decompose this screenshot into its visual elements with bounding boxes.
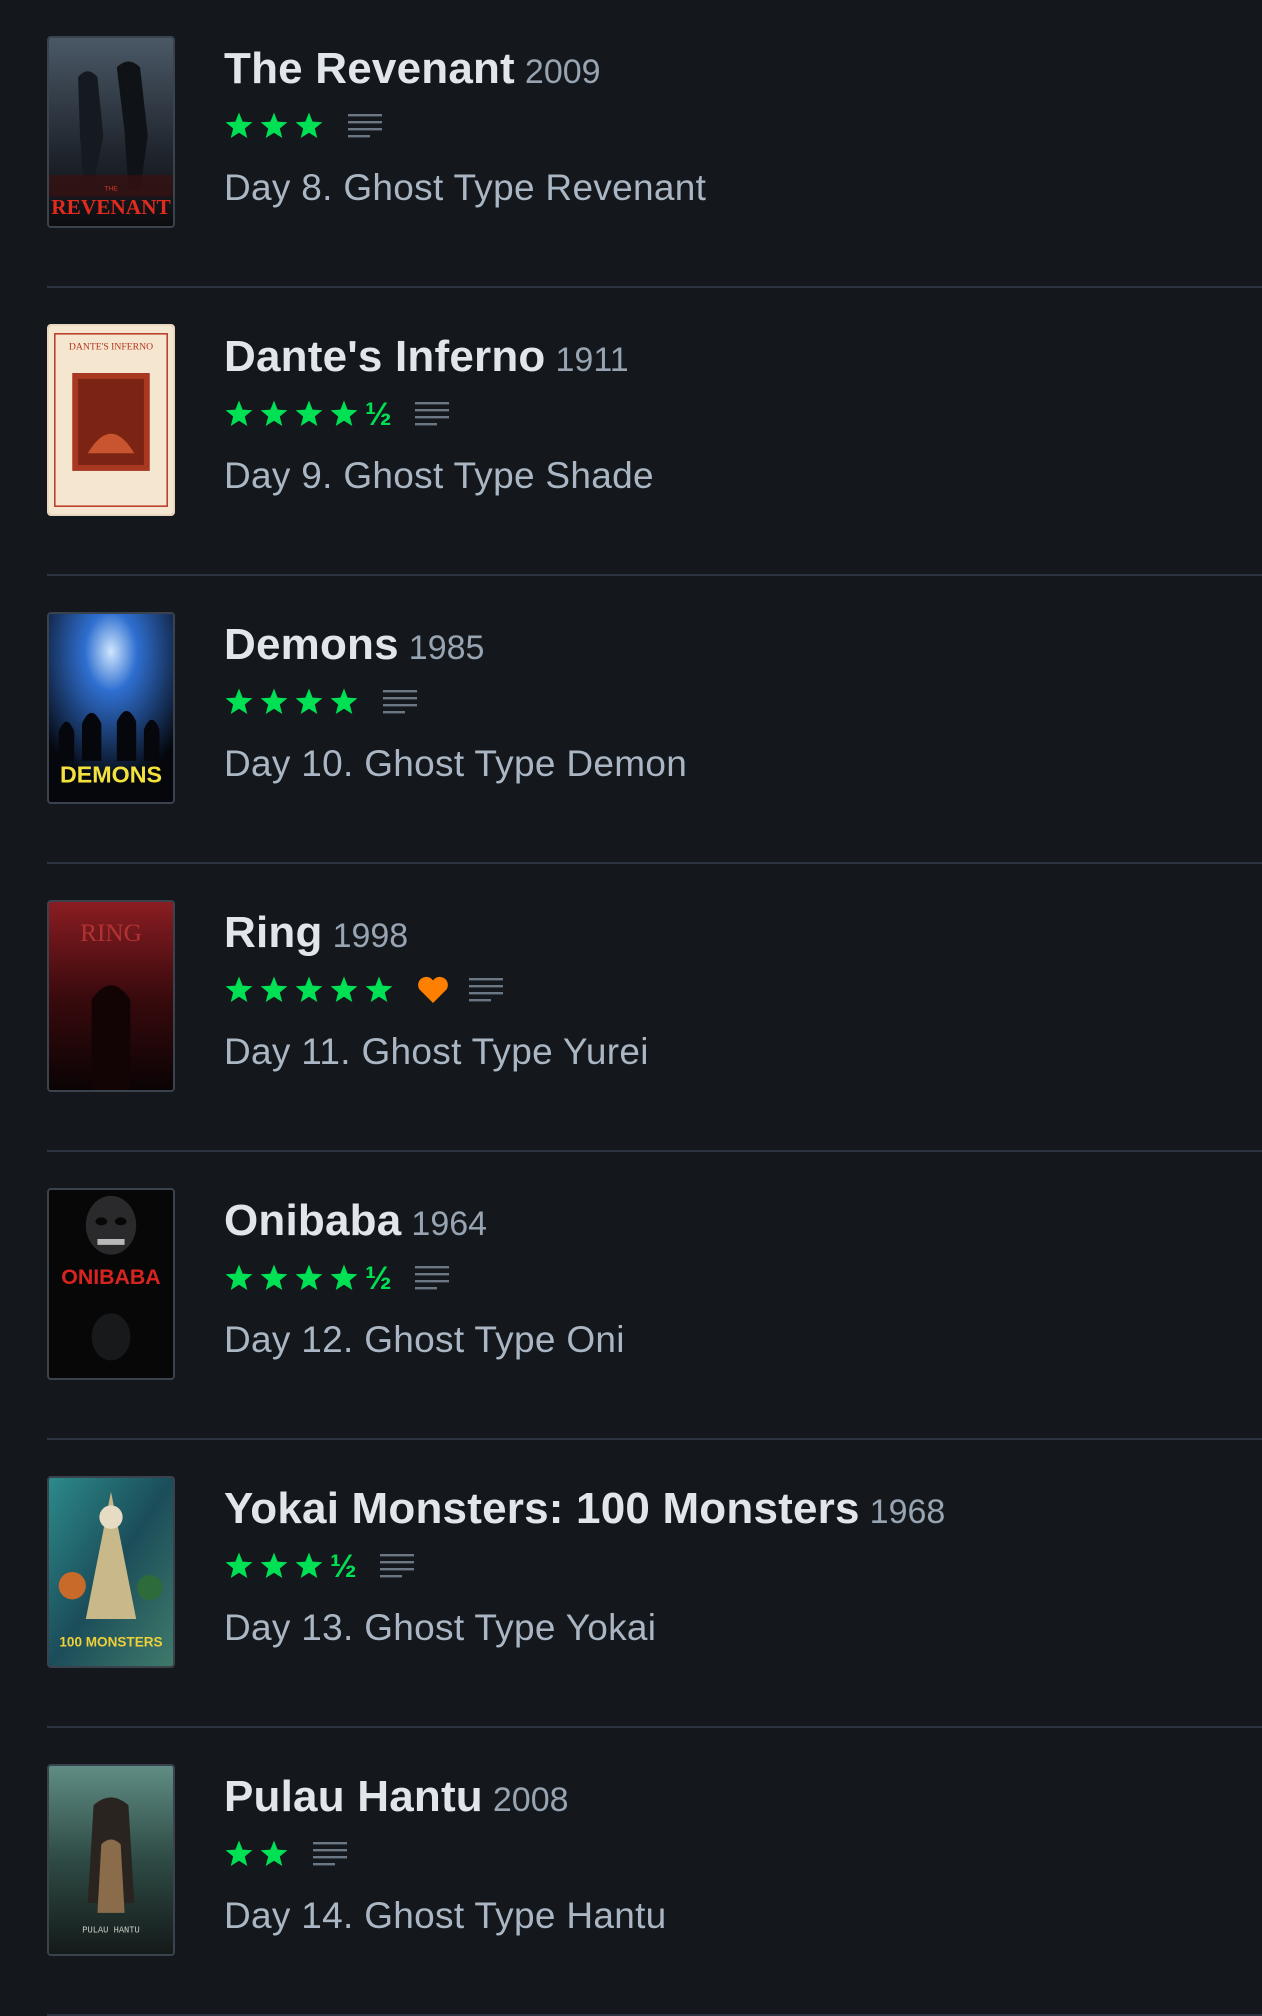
star-icon <box>225 688 253 714</box>
film-title[interactable]: Onibaba <box>224 1196 401 1245</box>
star-icon <box>330 1264 358 1290</box>
rating-row: ½ <box>224 1546 414 1586</box>
heart-icon[interactable] <box>416 975 450 1005</box>
review-lines-icon[interactable] <box>469 975 503 1005</box>
film-year[interactable]: 1985 <box>409 629 485 667</box>
list-item[interactable]: THE REVENANT The Revenant 2009 Day 8. Gho… <box>0 0 1262 288</box>
poster-title-text: REVENANT <box>51 195 170 219</box>
star-icon <box>295 1552 323 1578</box>
star-icon <box>330 976 358 1002</box>
review-note: Day 9. Ghost Type Shade <box>224 455 654 496</box>
star-icon <box>295 688 323 714</box>
review-lines-icon[interactable] <box>379 1551 414 1581</box>
rating-row <box>224 970 503 1010</box>
film-title[interactable]: The Revenant <box>224 44 515 93</box>
poster-yokai-monsters[interactable]: 100 MONSTERS <box>47 1476 175 1668</box>
list-item[interactable]: PULAU HANTU Pulau Hantu 2008 Day 14. Ghos… <box>0 1728 1262 2016</box>
star-rating <box>224 1839 294 1869</box>
poster-title-text: DEMONS <box>60 761 162 787</box>
review-note: Day 11. Ghost Type Yurei <box>224 1031 649 1072</box>
poster-the-revenant[interactable]: THE REVENANT <box>47 36 175 228</box>
film-year[interactable]: 2009 <box>525 53 601 91</box>
film-title[interactable]: Dante's Inferno <box>224 332 546 381</box>
star-icon <box>330 400 358 426</box>
star-icon <box>225 976 253 1002</box>
star-icon <box>295 112 323 138</box>
list-item[interactable]: DANTE'S INFERNO Dante's Inferno 1911 ½ Da… <box>0 288 1262 576</box>
review-note: Day 8. Ghost Type Revenant <box>224 167 707 208</box>
review-lines-icon[interactable] <box>313 1839 347 1869</box>
film-title[interactable]: Ring <box>224 908 323 957</box>
star-icon <box>260 1840 288 1866</box>
rating-row <box>224 682 417 722</box>
poster-pulau-hantu[interactable]: PULAU HANTU <box>47 1764 175 1956</box>
star-rating <box>224 687 364 717</box>
film-title[interactable]: Demons <box>224 620 399 669</box>
poster-subtext: THE <box>104 186 118 193</box>
star-icon <box>260 1264 288 1290</box>
star-icon <box>260 1552 288 1578</box>
list-item[interactable]: DEMONS Demons 1985 Day 10. Ghost Type Dem… <box>0 576 1262 864</box>
film-title[interactable]: Yokai Monsters: 100 Monsters <box>224 1484 860 1533</box>
star-rating <box>224 975 399 1005</box>
half-star: ½ <box>365 396 392 432</box>
half-star: ½ <box>330 1548 357 1584</box>
rating-row: ½ <box>224 1258 449 1298</box>
star-icon <box>295 1264 323 1290</box>
star-rating: ½ <box>224 398 396 430</box>
film-year[interactable]: 2008 <box>493 1781 569 1819</box>
star-icon <box>225 1840 253 1866</box>
poster-title-text: PULAU HANTU <box>82 1925 139 1935</box>
star-icon <box>330 688 358 714</box>
rating-row <box>224 1834 347 1874</box>
review-lines-icon[interactable] <box>348 111 382 141</box>
review-note: Day 12. Ghost Type Oni <box>224 1319 625 1360</box>
poster-onibaba[interactable]: ONIBABA <box>47 1188 175 1380</box>
review-lines-icon[interactable] <box>383 687 417 717</box>
star-icon <box>225 1552 253 1578</box>
star-icon <box>260 400 288 426</box>
review-note: Day 10. Ghost Type Demon <box>224 743 688 784</box>
poster-ring[interactable]: RING <box>47 900 175 1092</box>
star-rating: ½ <box>224 1550 361 1582</box>
review-note: Day 14. Ghost Type Hantu <box>224 1895 667 1936</box>
poster-demons[interactable]: DEMONS <box>47 612 175 804</box>
poster-title-text: ONIBABA <box>61 1265 160 1289</box>
star-icon <box>225 1264 253 1290</box>
review-lines-icon[interactable] <box>414 1263 449 1293</box>
star-icon <box>295 400 323 426</box>
poster-title-text: DANTE'S INFERNO <box>69 341 153 352</box>
rating-row: ½ <box>224 394 449 434</box>
star-icon <box>225 112 253 138</box>
star-icon <box>365 976 393 1002</box>
film-year[interactable]: 1911 <box>556 341 629 379</box>
film-year[interactable]: 1964 <box>411 1205 487 1243</box>
star-icon <box>260 688 288 714</box>
star-icon <box>260 976 288 1002</box>
list-item[interactable]: ONIBABA Onibaba 1964 ½ Day 12. Ghost Type… <box>0 1152 1262 1440</box>
star-icon <box>225 400 253 426</box>
list-item[interactable]: 100 MONSTERS Yokai Monsters: 100 Monster… <box>0 1440 1262 1728</box>
review-note: Day 13. Ghost Type Yokai <box>224 1607 657 1648</box>
poster-dantes-inferno[interactable]: DANTE'S INFERNO <box>47 324 175 516</box>
film-year[interactable]: 1968 <box>870 1493 946 1531</box>
star-rating <box>224 111 329 141</box>
half-star: ½ <box>365 1260 392 1296</box>
film-year[interactable]: 1998 <box>333 917 409 955</box>
poster-title-text: RING <box>80 919 142 947</box>
star-icon <box>260 112 288 138</box>
review-lines-icon[interactable] <box>414 399 449 429</box>
star-rating: ½ <box>224 1262 396 1294</box>
list-item[interactable]: RING Ring 1998 Day 11. Ghost Type Yurei <box>0 864 1262 1152</box>
film-title[interactable]: Pulau Hantu <box>224 1772 483 1821</box>
poster-title-text: 100 MONSTERS <box>59 1634 162 1649</box>
rating-row <box>224 106 382 146</box>
star-icon <box>295 976 323 1002</box>
